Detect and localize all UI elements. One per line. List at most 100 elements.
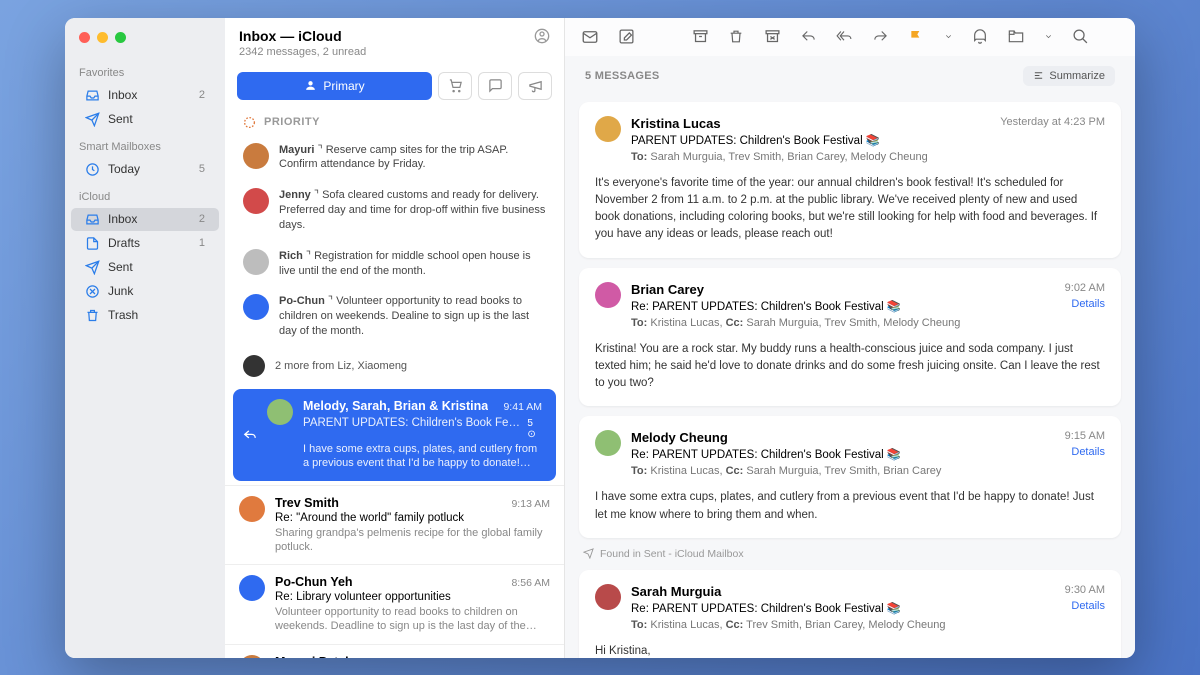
message-subject: Re: "Around the world" family potluck xyxy=(275,512,464,524)
message-snippet: Sharing grandpa's pelmenis recipe for th… xyxy=(275,526,550,555)
priority-item[interactable]: Rich ⌝ Registration for middle school op… xyxy=(225,241,564,287)
category-tabs: Primary xyxy=(225,66,564,106)
priority-item[interactable]: Po-Chun ⌝ Volunteer opportunity to read … xyxy=(225,286,564,347)
message-item[interactable]: Mayuri PatelYesterdayMother/daughter cam… xyxy=(225,644,564,658)
move-icon[interactable] xyxy=(1007,28,1025,46)
envelope-icon[interactable] xyxy=(581,28,599,46)
card-subject: Re: PARENT UPDATES: Children's Book Fest… xyxy=(631,601,1055,615)
summarize-button[interactable]: Summarize xyxy=(1023,66,1115,86)
message-time: 8:56 AM xyxy=(511,577,550,589)
card-time: Yesterday at 4:23 PM xyxy=(1000,116,1105,128)
priority-item[interactable]: Jenny ⌝ Sofa cleared customs and ready f… xyxy=(225,180,564,241)
updates-tab[interactable] xyxy=(478,72,512,100)
card-sender-name: Melody Cheung xyxy=(631,430,1055,445)
archive-icon[interactable] xyxy=(691,28,709,46)
reply-all-icon[interactable] xyxy=(835,28,853,46)
details-link[interactable]: Details xyxy=(1065,446,1105,458)
avatar xyxy=(267,399,293,425)
priority-item[interactable]: Mayuri ⌝ Reserve camp sites for the trip… xyxy=(225,135,564,181)
card-time: 9:30 AM xyxy=(1065,584,1105,596)
transactions-tab[interactable] xyxy=(438,72,472,100)
message-snippet: I have some extra cups, plates, and cutl… xyxy=(303,442,542,471)
thread-message-card[interactable]: Brian CareyRe: PARENT UPDATES: Children'… xyxy=(579,268,1121,407)
priority-text: Rich ⌝ Registration for middle school op… xyxy=(279,249,546,279)
thread-scroll[interactable]: Kristina LucasPARENT UPDATES: Children's… xyxy=(565,92,1135,658)
priority-more-row[interactable]: 2 more from Liz, Xiaomeng xyxy=(225,347,564,385)
thread-header: 5 MESSAGES Summarize xyxy=(565,56,1135,92)
thread-message-card[interactable]: Sarah MurguiaRe: PARENT UPDATES: Childre… xyxy=(579,570,1121,658)
message-list-header: Inbox — iCloud 2342 messages, 2 unread xyxy=(225,18,564,66)
sidebar-item-label: Today xyxy=(108,162,191,176)
forward-icon[interactable] xyxy=(871,28,889,46)
avatar xyxy=(239,575,265,601)
thread-message-card[interactable]: Kristina LucasPARENT UPDATES: Children's… xyxy=(579,102,1121,258)
priority-text: Mayuri ⌝ Reserve camp sites for the trip… xyxy=(279,143,546,173)
message-from: Trev Smith xyxy=(275,496,339,510)
message-time: Yesterday xyxy=(504,657,550,658)
reply-arrow-icon xyxy=(243,428,257,442)
fullscreen-window-button[interactable] xyxy=(115,32,126,43)
details-link[interactable]: Details xyxy=(1065,298,1105,310)
flag-dropdown-icon[interactable] xyxy=(943,28,953,46)
found-in-label: Found in Sent - iCloud Mailbox xyxy=(579,538,1121,560)
minimize-window-button[interactable] xyxy=(97,32,108,43)
mail-window: FavoritesInbox2SentSmart MailboxesToday5… xyxy=(65,18,1135,658)
primary-tab[interactable]: Primary xyxy=(237,72,432,100)
sidebar-item-badge: 5 xyxy=(199,163,205,175)
search-icon[interactable] xyxy=(1071,28,1089,46)
xcircle-icon xyxy=(85,284,100,299)
sidebar-item-inbox[interactable]: Inbox2 xyxy=(71,84,219,107)
trash-icon xyxy=(85,308,100,323)
move-dropdown-icon[interactable] xyxy=(1043,28,1053,46)
sidebar-item-drafts[interactable]: Drafts1 xyxy=(71,232,219,255)
thread-pane: 5 MESSAGES Summarize Kristina LucasPAREN… xyxy=(565,18,1135,658)
message-subject: Re: Library volunteer opportunities xyxy=(275,591,451,603)
card-recipients: To: Kristina Lucas, Cc: Sarah Murguia, T… xyxy=(631,317,1055,329)
sidebar-item-inbox[interactable]: Inbox 2 xyxy=(71,208,219,231)
thread-message-card[interactable]: Melody CheungRe: PARENT UPDATES: Childre… xyxy=(579,416,1121,538)
message-from: Mayuri Patel xyxy=(275,655,349,658)
tray-icon xyxy=(85,88,100,103)
sidebar-item-label: Sent xyxy=(108,260,197,274)
mailbox-title: Inbox — iCloud xyxy=(239,28,342,44)
sidebar-item-label: Sent xyxy=(108,112,197,126)
sidebar-item-trash[interactable]: Trash xyxy=(71,304,219,327)
clock-icon xyxy=(85,162,100,177)
sidebar-item-junk[interactable]: Junk xyxy=(71,280,219,303)
avatar xyxy=(243,294,269,320)
sidebar-item-today[interactable]: Today 5 xyxy=(71,158,219,181)
sidebar-item-sent[interactable]: Sent xyxy=(71,108,219,131)
promotions-tab[interactable] xyxy=(518,72,552,100)
compose-icon[interactable] xyxy=(617,28,635,46)
message-item[interactable]: Trev Smith9:13 AMRe: "Around the world" … xyxy=(225,485,564,565)
avatar xyxy=(595,584,621,610)
avatar xyxy=(595,430,621,456)
sidebar-item-label: Inbox xyxy=(108,212,191,226)
flag-icon[interactable] xyxy=(907,28,925,46)
priority-section-header: PRIORITY xyxy=(225,106,564,135)
close-window-button[interactable] xyxy=(79,32,90,43)
sidebar: FavoritesInbox2SentSmart MailboxesToday5… xyxy=(65,18,225,658)
trash-icon[interactable] xyxy=(727,28,745,46)
sidebar-item-sent[interactable]: Sent xyxy=(71,256,219,279)
toolbar xyxy=(565,18,1135,56)
card-subject: Re: PARENT UPDATES: Children's Book Fest… xyxy=(631,299,1055,313)
message-item[interactable]: Melody, Sarah, Brian & Kristina9:41 AMPA… xyxy=(233,389,556,481)
junk-icon[interactable] xyxy=(763,28,781,46)
card-body-text: I have some extra cups, plates, and cutl… xyxy=(595,489,1105,524)
notify-icon[interactable] xyxy=(971,28,989,46)
reply-icon[interactable] xyxy=(799,28,817,46)
message-item[interactable]: Po-Chun Yeh8:56 AMRe: Library volunteer … xyxy=(225,564,564,644)
message-list-pane: Inbox — iCloud 2342 messages, 2 unread P… xyxy=(225,18,565,658)
message-snippet: Volunteer opportunity to read books to c… xyxy=(275,605,550,634)
paperplane-icon xyxy=(85,112,100,127)
sidebar-item-badge: 2 xyxy=(199,213,205,225)
card-recipients: To: Kristina Lucas, Cc: Sarah Murguia, T… xyxy=(631,465,1055,477)
sidebar-item-badge: 1 xyxy=(199,237,205,249)
message-time: 9:41 AM xyxy=(503,401,542,413)
contact-icon[interactable] xyxy=(534,28,550,44)
details-link[interactable]: Details xyxy=(1065,600,1105,612)
avatar xyxy=(595,116,621,142)
message-list-scroll[interactable]: PRIORITY Mayuri ⌝ Reserve camp sites for… xyxy=(225,106,564,658)
summarize-label: Summarize xyxy=(1049,70,1105,82)
